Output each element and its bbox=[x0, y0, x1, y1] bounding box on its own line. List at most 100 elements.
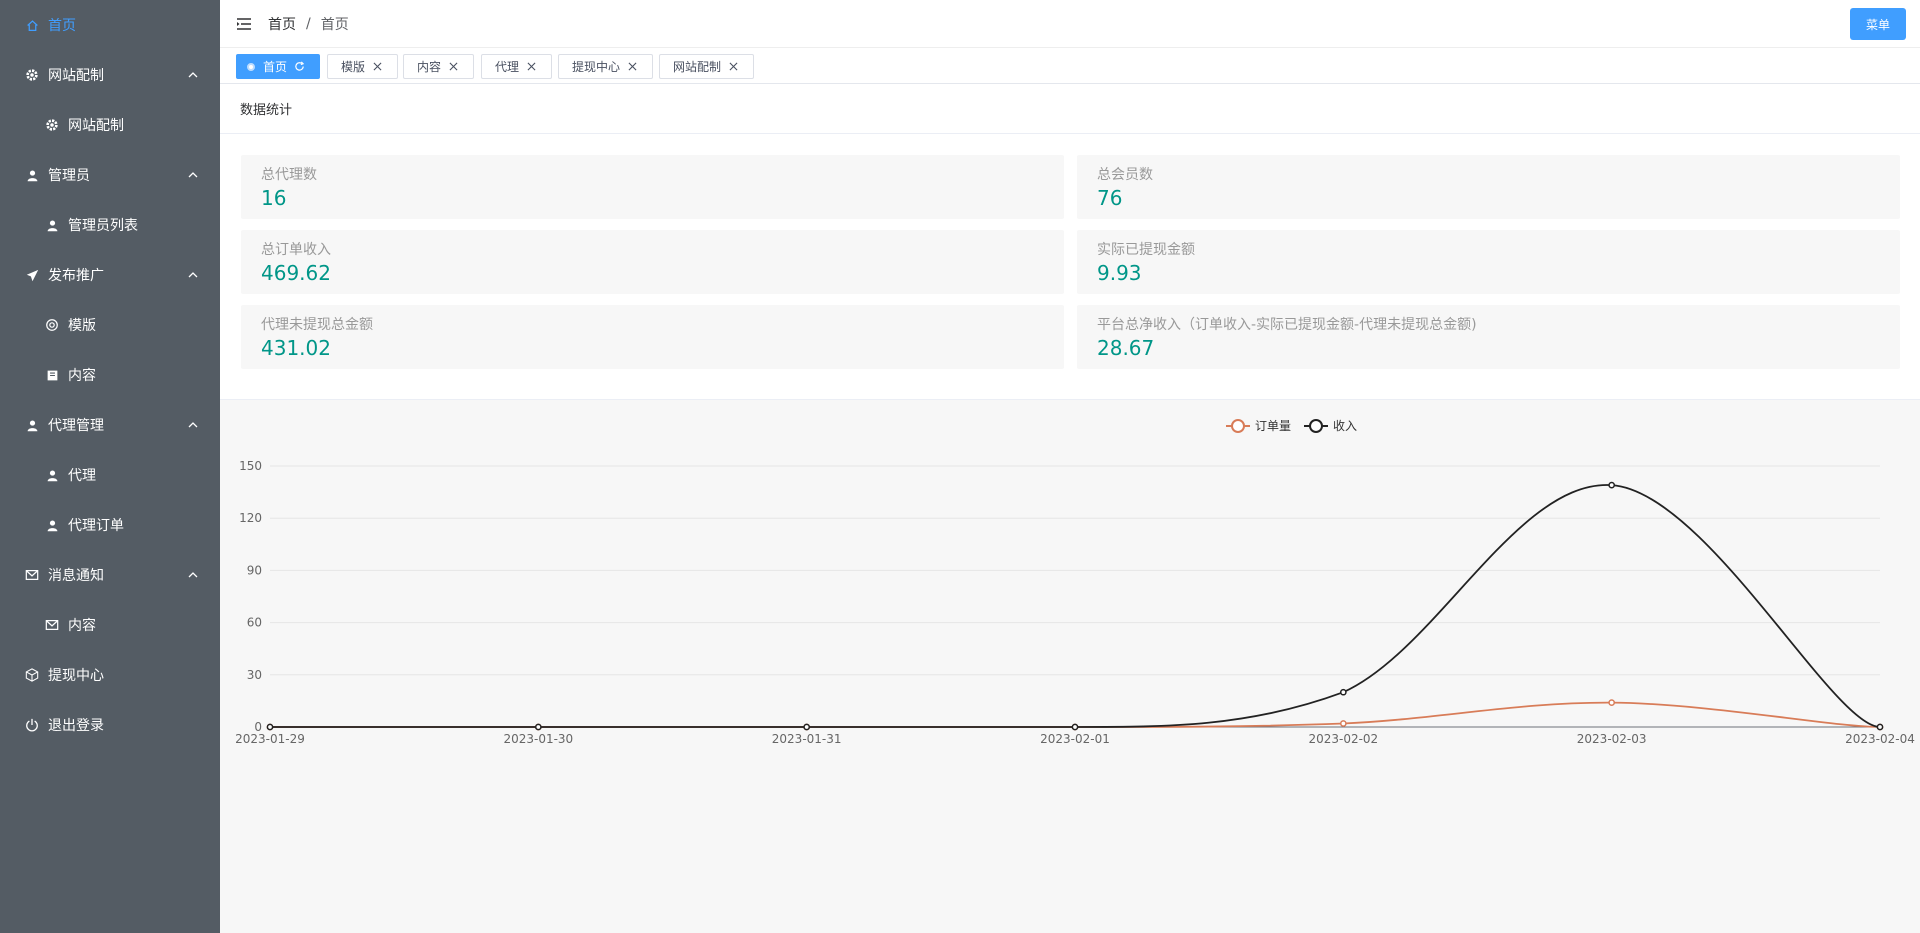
stat-value: 9.93 bbox=[1097, 261, 1142, 285]
breadcrumb: 首页 / 首页 bbox=[268, 14, 349, 34]
series-line-1 bbox=[270, 484, 1881, 728]
stat-value: 16 bbox=[261, 186, 287, 210]
sidebar-item-label: 退出登录 bbox=[48, 718, 104, 734]
tab-template[interactable]: 模版 bbox=[327, 54, 398, 79]
sidebar-item-agent[interactable]: 代理 bbox=[0, 450, 220, 500]
close-icon[interactable] bbox=[628, 62, 637, 71]
box-icon bbox=[24, 667, 40, 683]
sidebar-item-label: 代理订单 bbox=[68, 518, 124, 534]
tabs-bar: 首页 模版 内容 代理 提现中心 网站配制 bbox=[220, 48, 1920, 84]
sidebar-item-label: 管理员 bbox=[48, 168, 90, 184]
y-tick-label: 90 bbox=[247, 563, 262, 577]
series-line-0 bbox=[270, 701, 1881, 728]
user-icon bbox=[24, 167, 40, 183]
refresh-icon[interactable] bbox=[294, 61, 305, 72]
gear-icon bbox=[44, 117, 60, 133]
sidebar-item-label: 代理管理 bbox=[48, 418, 104, 434]
y-tick-label: 30 bbox=[247, 668, 262, 682]
sidebar-item-admin[interactable]: 管理员 bbox=[0, 150, 220, 200]
stat-value: 28.67 bbox=[1097, 336, 1155, 360]
data-point bbox=[803, 723, 811, 731]
sidebar-item-home[interactable]: 首页 bbox=[0, 0, 220, 50]
chevron-up-icon bbox=[188, 422, 198, 428]
sidebar-item-label: 内容 bbox=[68, 618, 96, 634]
tab-content[interactable]: 内容 bbox=[403, 54, 474, 79]
close-icon[interactable] bbox=[449, 62, 458, 71]
stat-withdrawn-amount: 实际已提现金额 9.93 bbox=[1077, 230, 1900, 294]
tab-label: 首页 bbox=[263, 60, 288, 74]
data-point bbox=[1876, 723, 1884, 731]
sidebar-item-admin-list[interactable]: 管理员列表 bbox=[0, 200, 220, 250]
x-tick-label: 2023-02-03 bbox=[1577, 732, 1647, 746]
stat-total-members: 总会员数 76 bbox=[1077, 155, 1900, 219]
y-tick-label: 120 bbox=[239, 511, 262, 525]
stat-agent-unwithdrawn: 代理未提现总金额 431.02 bbox=[241, 305, 1064, 369]
x-tick-label: 2023-02-01 bbox=[1040, 732, 1110, 746]
chevron-up-icon bbox=[188, 572, 198, 578]
tab-site-config[interactable]: 网站配制 bbox=[659, 54, 754, 79]
active-dot-icon bbox=[247, 62, 255, 71]
data-point bbox=[266, 723, 274, 731]
stat-label: 平台总净收入（订单收入-实际已提现金额-代理未提现总金额) bbox=[1097, 317, 1477, 333]
sidebar-item-template[interactable]: 模版 bbox=[0, 300, 220, 350]
y-tick-label: 150 bbox=[239, 459, 262, 473]
tab-home[interactable]: 首页 bbox=[236, 54, 320, 79]
close-icon[interactable] bbox=[527, 62, 536, 71]
sidebar-item-site-config-sub[interactable]: 网站配制 bbox=[0, 100, 220, 150]
breadcrumb-home[interactable]: 首页 bbox=[268, 14, 296, 34]
tab-label: 网站配制 bbox=[673, 60, 722, 74]
sidebar-item-label: 首页 bbox=[48, 18, 76, 34]
sidebar-item-withdraw-center[interactable]: 提现中心 bbox=[0, 650, 220, 700]
tab-agent[interactable]: 代理 bbox=[481, 54, 552, 79]
user-icon bbox=[44, 467, 60, 483]
sidebar-item-label: 网站配制 bbox=[68, 118, 124, 134]
x-tick-label: 2023-01-29 bbox=[235, 732, 305, 746]
close-icon[interactable] bbox=[729, 62, 738, 71]
user-icon bbox=[44, 217, 60, 233]
mail-icon bbox=[24, 567, 40, 583]
sidebar-item-label: 发布推广 bbox=[48, 268, 104, 284]
hamburger-icon[interactable] bbox=[236, 16, 252, 32]
tab-label: 提现中心 bbox=[572, 60, 621, 74]
sidebar-item-promotion[interactable]: 发布推广 bbox=[0, 250, 220, 300]
legend-marker bbox=[1231, 419, 1245, 433]
data-point bbox=[1608, 699, 1616, 706]
user-icon bbox=[44, 517, 60, 533]
sidebar-item-notifications[interactable]: 消息通知 bbox=[0, 550, 220, 600]
menu-button[interactable]: 菜单 bbox=[1850, 8, 1906, 40]
sidebar-item-site-config[interactable]: 网站配制 bbox=[0, 50, 220, 100]
top-header: 首页 / 首页 菜单 bbox=[220, 0, 1920, 48]
user-icon bbox=[24, 417, 40, 433]
x-tick-label: 2023-02-02 bbox=[1308, 732, 1378, 746]
tab-withdraw-center[interactable]: 提现中心 bbox=[558, 54, 653, 79]
sidebar-item-agent-management[interactable]: 代理管理 bbox=[0, 400, 220, 450]
stat-value: 431.02 bbox=[261, 336, 331, 360]
sidebar-item-label: 内容 bbox=[68, 368, 96, 384]
sidebar-item-label: 模版 bbox=[68, 318, 96, 334]
stat-label: 总会员数 bbox=[1097, 167, 1153, 183]
stats-title: 数据统计 bbox=[220, 84, 1920, 134]
breadcrumb-current: 首页 bbox=[320, 17, 349, 33]
data-point bbox=[534, 723, 542, 731]
chevron-up-icon bbox=[188, 272, 198, 278]
close-icon[interactable] bbox=[373, 62, 382, 71]
x-tick-label: 2023-02-04 bbox=[1845, 732, 1915, 746]
sidebar-item-agent-orders[interactable]: 代理订单 bbox=[0, 500, 220, 550]
y-tick-label: 60 bbox=[247, 616, 262, 630]
orders-income-chart: 0 30 60 90 120 150 2023-01-29 2023-01-30 2023-01… bbox=[220, 400, 1920, 933]
data-point bbox=[1339, 688, 1347, 696]
sidebar: 首页 网站配制 网站配制 管理员 管理员列表 发布推广 模版 内容 代理管理 代… bbox=[0, 0, 220, 933]
line-chart: 03060901201502023-01-29 2023-01-30 2023-01… bbox=[235, 419, 1915, 746]
power-icon bbox=[24, 717, 40, 733]
sidebar-item-logout[interactable]: 退出登录 bbox=[0, 700, 220, 750]
stats-card: 数据统计 总代理数 16 总会员数 76 总订单收入 469.62 实际已提现金… bbox=[220, 84, 1920, 400]
sidebar-item-label: 网站配制 bbox=[48, 68, 104, 84]
data-point bbox=[1339, 720, 1347, 727]
sidebar-item-notification-content[interactable]: 内容 bbox=[0, 600, 220, 650]
stat-label: 总订单收入 bbox=[261, 242, 331, 258]
mail-icon bbox=[44, 617, 60, 633]
tab-label: 代理 bbox=[495, 60, 520, 74]
chevron-up-icon bbox=[188, 72, 198, 78]
stat-label: 总代理数 bbox=[261, 167, 317, 183]
sidebar-item-content[interactable]: 内容 bbox=[0, 350, 220, 400]
